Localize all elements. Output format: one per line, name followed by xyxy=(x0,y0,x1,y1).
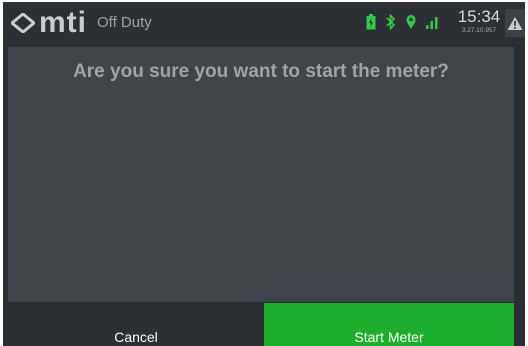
warning-button[interactable] xyxy=(505,9,525,37)
mti-logo: mti xyxy=(11,8,87,38)
start-meter-button[interactable]: Start Meter xyxy=(264,303,514,346)
cancel-button-label: Cancel xyxy=(114,329,158,345)
location-icon xyxy=(406,15,416,29)
app-version: 3.27.10.957 xyxy=(461,27,497,34)
status-icons xyxy=(366,14,438,30)
signal-icon xyxy=(426,17,438,29)
dialog-button-bar: Cancel Start Meter xyxy=(8,303,514,346)
dialog-question: Are you sure you want to start the meter… xyxy=(73,61,449,82)
diamond-logo-icon xyxy=(11,13,35,33)
status-bar: mti Off Duty 15:34 3.27.10.957 xyxy=(3,2,525,44)
duty-status: Off Duty xyxy=(97,14,152,31)
clock: 15:34 3.27.10.957 xyxy=(456,8,502,35)
cancel-button[interactable]: Cancel xyxy=(8,303,264,346)
battery-icon xyxy=(366,14,376,30)
warning-icon xyxy=(507,16,523,30)
confirm-dialog: Are you sure you want to start the meter… xyxy=(8,47,514,302)
bluetooth-icon xyxy=(386,14,396,30)
logo-text: mti xyxy=(39,6,87,39)
start-meter-button-label: Start Meter xyxy=(354,329,424,345)
clock-time: 15:34 xyxy=(457,7,501,26)
